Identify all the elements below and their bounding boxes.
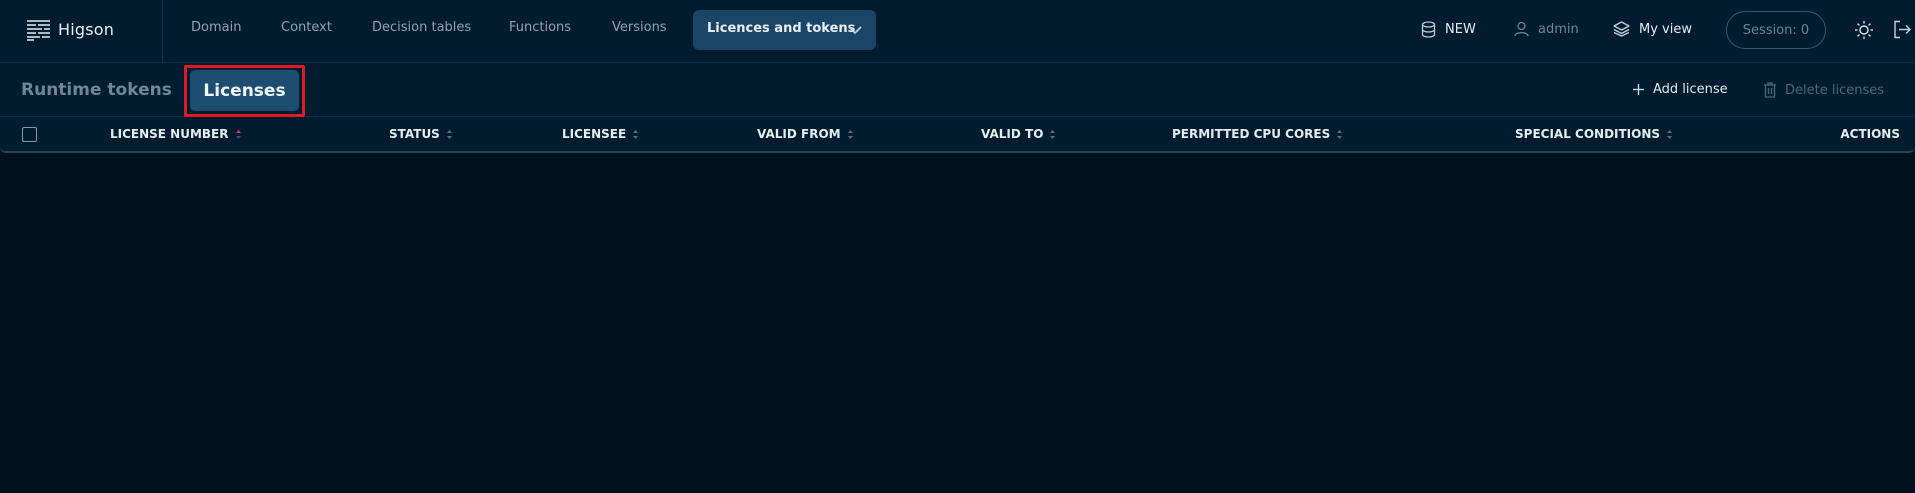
menu-logo-icon bbox=[27, 20, 50, 41]
sort-icon bbox=[1050, 129, 1056, 139]
sort-icon bbox=[633, 129, 639, 139]
chevron-down-icon bbox=[848, 26, 862, 35]
column-permitted-cpu-cores[interactable]: PERMITTED CPU CORES bbox=[1172, 127, 1343, 141]
nav-item-decision-tables[interactable]: Decision tables bbox=[372, 20, 471, 35]
brand[interactable]: Higson bbox=[0, 0, 163, 63]
delete-licenses-label: Delete licenses bbox=[1785, 82, 1884, 98]
sort-icon bbox=[1337, 129, 1343, 139]
plus-icon bbox=[1633, 84, 1644, 95]
nav-item-versions[interactable]: Versions bbox=[612, 20, 667, 35]
sun-icon[interactable] bbox=[1854, 20, 1874, 40]
column-status[interactable]: STATUS bbox=[389, 127, 452, 141]
sort-icon bbox=[235, 129, 241, 139]
add-license-label: Add license bbox=[1653, 82, 1728, 97]
sort-icon bbox=[1667, 129, 1673, 139]
column-licensee[interactable]: LICENSEE bbox=[562, 127, 639, 141]
user-icon bbox=[1514, 21, 1529, 37]
view-label: My view bbox=[1639, 21, 1692, 37]
column-valid-to[interactable]: VALID TO bbox=[981, 127, 1056, 141]
nav-item-context[interactable]: Context bbox=[281, 20, 332, 35]
database-selector[interactable]: NEW bbox=[1421, 14, 1476, 44]
database-icon bbox=[1421, 20, 1436, 38]
logout-icon[interactable] bbox=[1893, 20, 1911, 39]
table-body-empty bbox=[0, 153, 1915, 493]
table-header: LICENSE NUMBER STATUS LICENSEE VALID FRO… bbox=[0, 117, 1915, 153]
column-license-number[interactable]: LICENSE NUMBER bbox=[110, 127, 241, 141]
view-selector[interactable]: My view bbox=[1613, 14, 1692, 44]
brand-name: Higson bbox=[58, 20, 115, 39]
user-menu[interactable]: admin bbox=[1514, 14, 1579, 44]
sort-icon bbox=[847, 129, 853, 139]
sort-icon bbox=[446, 129, 452, 139]
add-license-button[interactable]: Add license bbox=[1632, 82, 1728, 97]
column-actions: ACTIONS bbox=[1840, 127, 1900, 141]
tab-runtime-tokens[interactable]: Runtime tokens bbox=[21, 80, 172, 100]
select-all-checkbox[interactable] bbox=[22, 127, 37, 142]
user-label: admin bbox=[1538, 21, 1579, 37]
column-special-conditions[interactable]: SPECIAL CONDITIONS bbox=[1515, 127, 1673, 141]
database-label: NEW bbox=[1445, 21, 1476, 37]
nav-item-domain[interactable]: Domain bbox=[191, 20, 241, 35]
top-navigation-bar: Higson Domain Context Decision tables Fu… bbox=[0, 0, 1915, 63]
delete-licenses-button[interactable]: Delete licenses bbox=[1763, 82, 1884, 98]
layers-icon bbox=[1613, 21, 1630, 37]
trash-icon bbox=[1764, 82, 1776, 98]
tab-licenses[interactable]: Licenses bbox=[190, 70, 299, 111]
column-valid-from[interactable]: VALID FROM bbox=[757, 127, 853, 141]
session-button[interactable]: Session: 0 bbox=[1726, 11, 1826, 49]
nav-item-functions[interactable]: Functions bbox=[509, 20, 571, 35]
nav-active-label: Licences and tokens bbox=[707, 21, 856, 36]
nav-item-licences-and-tokens[interactable]: Licences and tokens bbox=[693, 10, 876, 50]
